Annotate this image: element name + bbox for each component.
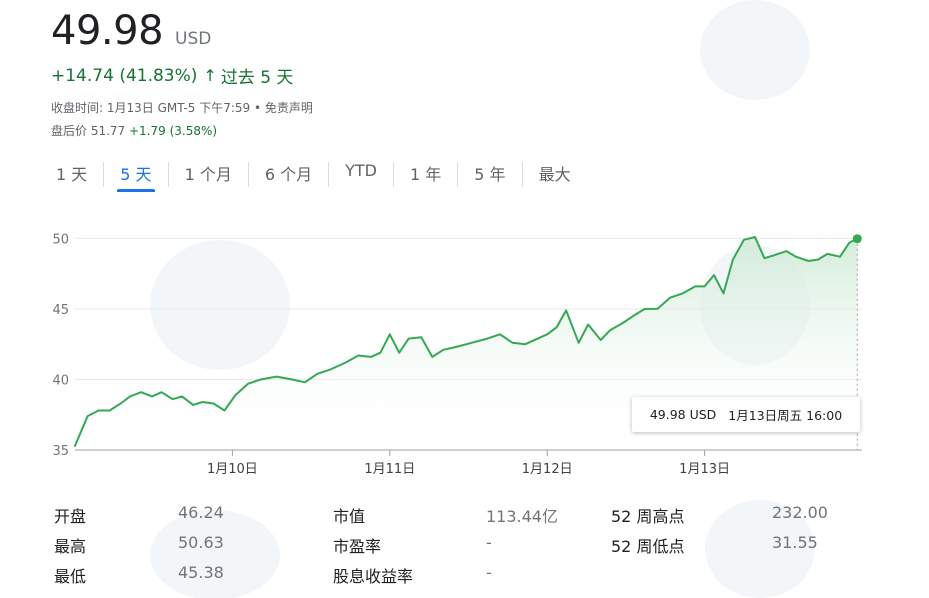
tab-1y[interactable]: 1 年 [394,156,457,192]
range-tabs: 1 天 5 天 1 个月 6 个月 YTD 1 年 5 年 最大 [40,156,587,192]
y-tick-label: 40 [52,373,69,388]
x-tick-label: 1月11日 [364,462,415,477]
tab-max[interactable]: 最大 [523,156,587,192]
stat-label-market-cap: 市值 [333,507,366,526]
price-chart[interactable]: 35 40 45 50 1月10日 1月11日 1月12日 1月13日 [0,215,929,485]
stat-value-52w-low: 31.55 [772,533,818,552]
y-tick-label: 35 [52,444,69,459]
stat-value-pe-ratio: - [486,533,492,552]
stat-label-high: 最高 [54,537,87,556]
after-hours-line: 盘后价 51.77 +1.79 (3.58%) [51,122,217,139]
stat-value-low: 45.38 [178,563,224,582]
watermark-shape [150,510,280,598]
chart-tooltip: 49.98 USD 1月13日周五 16:00 [632,397,860,432]
disclaimer-link[interactable]: 免责声明 [265,101,313,115]
close-time-line: 收盘时间: 1月13日 GMT-5 下午7:59 • 免责声明 [51,99,313,116]
tab-5d[interactable]: 5 天 [104,156,167,192]
stat-value-open: 46.24 [178,503,224,522]
change-period: 过去 5 天 [220,68,294,88]
meta-separator: • [250,101,265,115]
current-price: 49.98 [51,8,164,54]
stat-value-dividend-yield: - [486,563,492,582]
stat-label-52w-high: 52 周高点 [611,507,685,526]
x-tick-label: 1月13日 [679,462,730,477]
stat-value-market-cap: 113.44亿 [486,507,558,526]
currency-label: USD [175,29,212,49]
stat-label-pe-ratio: 市盈率 [333,537,382,556]
stat-value-high: 50.63 [178,533,224,552]
tab-ytd[interactable]: YTD [329,156,393,192]
stat-label-low: 最低 [54,567,87,586]
stat-label-dividend-yield: 股息收益率 [333,567,414,586]
tab-6m[interactable]: 6 个月 [249,156,328,192]
after-hours-change: +1.79 (3.58%) [129,124,218,138]
y-tick-label: 45 [52,303,69,318]
y-tick-label: 50 [52,232,69,247]
tab-1m[interactable]: 1 个月 [169,156,248,192]
hover-point [852,234,862,244]
tab-1d[interactable]: 1 天 [40,156,103,192]
close-time: 收盘时间: 1月13日 GMT-5 下午7:59 [51,101,251,115]
stat-value-52w-high: 232.00 [772,503,828,522]
tab-5y[interactable]: 5 年 [458,156,521,192]
x-tick-label: 1月10日 [207,462,258,477]
after-hours-price: 盘后价 51.77 [51,124,126,138]
watermark-shape [700,0,810,100]
tooltip-value: 49.98 USD [649,407,717,422]
arrow-up-icon: ↑ [203,66,217,85]
price-change: +14.74 (41.83%) ↑ 过去 5 天 [51,63,294,89]
stat-label-open: 开盘 [54,507,87,526]
change-value: +14.74 (41.83%) [51,65,198,86]
price-header: 49.98 USD [51,8,211,54]
tooltip-date: 1月13日周五 16:00 [728,408,843,423]
stat-label-52w-low: 52 周低点 [611,537,685,556]
x-tick-label: 1月12日 [522,462,573,477]
